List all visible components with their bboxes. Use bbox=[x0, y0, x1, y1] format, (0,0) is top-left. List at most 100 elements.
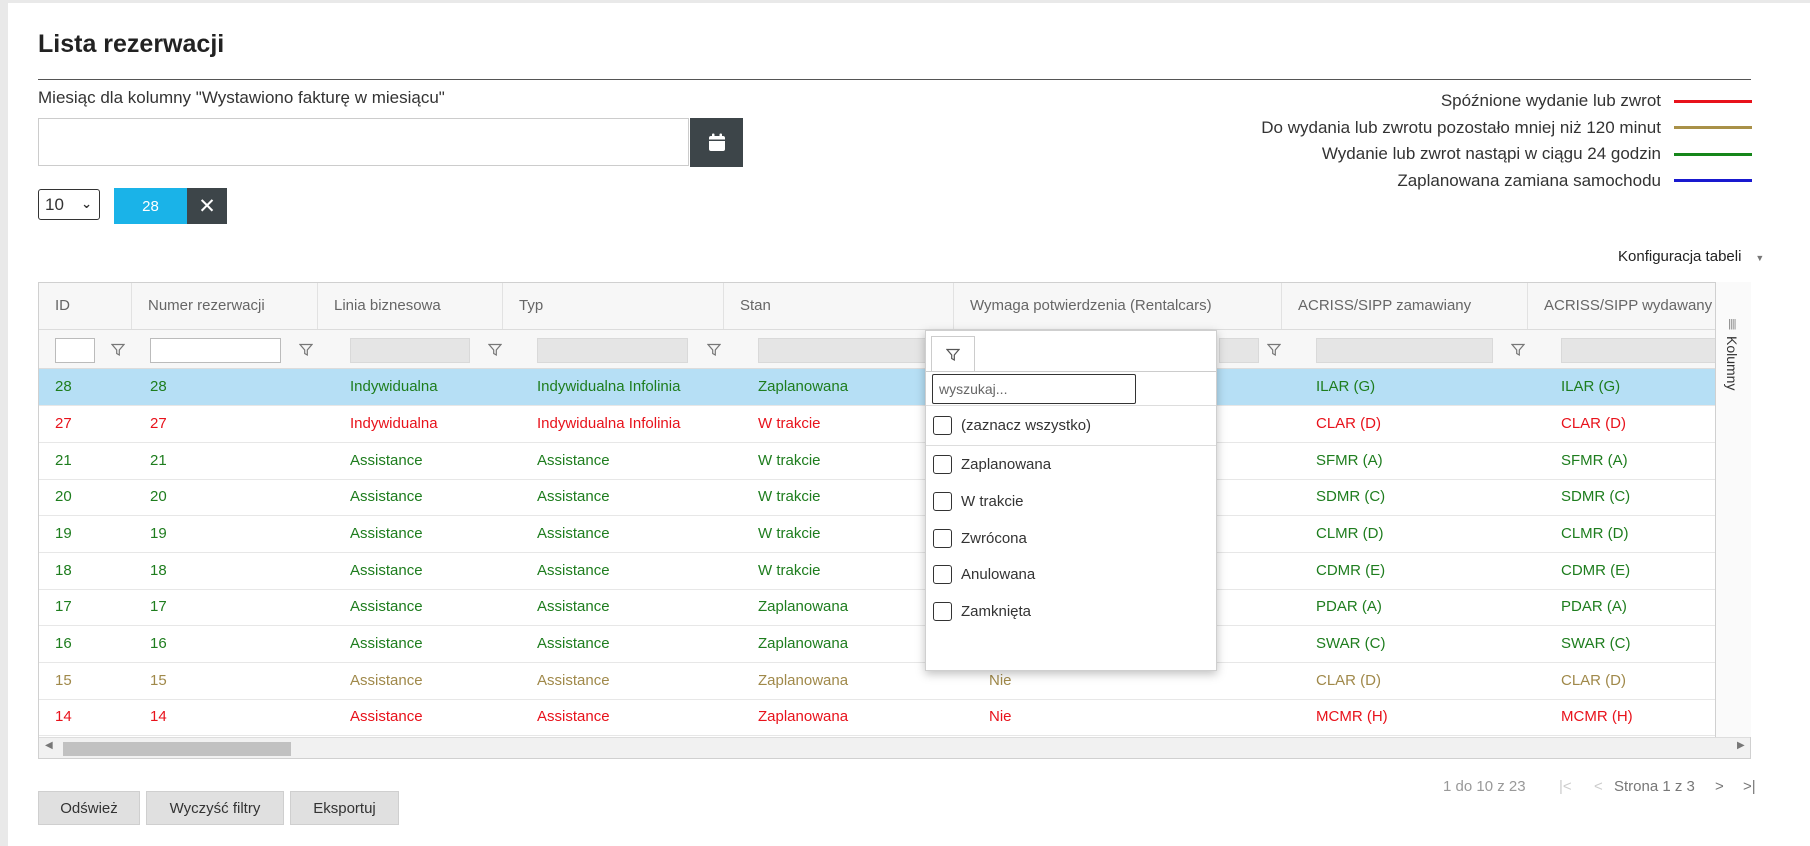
table-row[interactable]: 20 20 Assistance Assistance W trakcie SDMR (C… bbox=[39, 479, 1750, 516]
cell-status: W trakcie bbox=[758, 488, 821, 505]
column-header-reservation-number[interactable]: Numer rezerwacji bbox=[131, 283, 317, 329]
clear-filters-button[interactable]: Wyczyść filtry bbox=[146, 791, 284, 825]
cell-id: 14 bbox=[55, 708, 72, 725]
filter-icon[interactable] bbox=[707, 343, 721, 357]
cell-business-line: Assistance bbox=[350, 598, 423, 615]
filter-icon[interactable] bbox=[111, 343, 125, 357]
cell-acriss-issued: CLAR (D) bbox=[1561, 415, 1627, 432]
cell-business-line: Assistance bbox=[350, 562, 423, 579]
filter-option-label: Zaplanowana bbox=[961, 455, 1052, 473]
legend-item-120min: Do wydania lub zwrotu pozostało mniej ni… bbox=[1261, 115, 1752, 142]
cell-reservation-number: 15 bbox=[150, 672, 167, 689]
refresh-button[interactable]: Odśwież bbox=[38, 791, 140, 825]
table-config-menu[interactable]: Konfiguracja tabeli ▼ bbox=[1618, 248, 1764, 265]
table-row[interactable]: 21 21 Assistance Assistance W trakcie SFMR (A… bbox=[39, 443, 1750, 480]
checkbox[interactable] bbox=[933, 454, 952, 474]
checkbox[interactable] bbox=[933, 528, 952, 548]
legend: Spóźnione wydanie lub zwrot Do wydania l… bbox=[1261, 88, 1752, 194]
page-size-select[interactable]: 10 ⌄ bbox=[38, 189, 100, 220]
cell-id: 21 bbox=[55, 452, 72, 469]
cell-reservation-number: 21 bbox=[150, 452, 167, 469]
legend-item-late: Spóźnione wydanie lub zwrot bbox=[1261, 88, 1752, 115]
cell-acriss-ordered: MCMR (H) bbox=[1316, 708, 1388, 725]
last-page-icon[interactable]: >| bbox=[1743, 778, 1756, 795]
legend-swatch bbox=[1674, 179, 1752, 183]
filter-tab[interactable] bbox=[931, 336, 975, 372]
grip-icon: |||| bbox=[1728, 318, 1737, 330]
next-page-icon[interactable]: > bbox=[1715, 778, 1724, 795]
column-header-requires-confirmation[interactable]: Wymaga potwierdzenia (Rentalcars) bbox=[953, 283, 1281, 329]
prev-page-icon[interactable]: < bbox=[1594, 778, 1603, 795]
table-row[interactable]: 16 16 Assistance Assistance Zaplanowana SWAR … bbox=[39, 626, 1750, 663]
cell-status: W trakcie bbox=[758, 415, 821, 432]
cell-acriss-ordered: ILAR (G) bbox=[1316, 378, 1376, 395]
cell-requires-confirmation: Nie bbox=[989, 708, 1012, 725]
close-icon[interactable]: ✕ bbox=[187, 188, 227, 224]
table-row[interactable]: 15 15 Assistance Assistance Zaplanowana Nie CL… bbox=[39, 663, 1750, 700]
filter-search-input[interactable] bbox=[932, 374, 1136, 404]
active-filter-chip[interactable]: 28 bbox=[114, 188, 187, 224]
page-size-value: 10 bbox=[45, 194, 64, 214]
column-header-status[interactable]: Stan bbox=[723, 283, 953, 329]
filter-option[interactable]: Zaplanowana bbox=[933, 453, 1051, 475]
filter-icon[interactable] bbox=[1267, 343, 1281, 357]
filter-option[interactable]: W trakcie bbox=[933, 490, 1024, 512]
scroll-right-icon[interactable]: ▶ bbox=[1737, 740, 1745, 751]
filter-icon[interactable] bbox=[299, 343, 313, 357]
cell-type: Assistance bbox=[537, 708, 610, 725]
column-header-acriss-ordered[interactable]: ACRISS/SIPP zamawiany bbox=[1281, 283, 1527, 329]
checkbox[interactable] bbox=[933, 415, 952, 435]
divider bbox=[926, 405, 1216, 406]
horizontal-scrollbar[interactable]: ◀ ▶ bbox=[39, 737, 1750, 758]
columns-side-tab[interactable]: |||| Kolumny bbox=[1715, 282, 1751, 737]
calendar-button[interactable] bbox=[690, 118, 743, 167]
columns-side-label: Kolumny bbox=[1724, 336, 1740, 391]
column-header-id[interactable]: ID bbox=[39, 283, 131, 329]
filter-option[interactable]: Anulowana bbox=[933, 563, 1035, 585]
filter-input-id[interactable] bbox=[55, 338, 95, 363]
cell-acriss-issued: SFMR (A) bbox=[1561, 452, 1628, 469]
export-button[interactable]: Eksportuj bbox=[290, 791, 399, 825]
table-row[interactable]: 18 18 Assistance Assistance W trakcie CDMR (E… bbox=[39, 553, 1750, 590]
pager-summary: 1 do 10 z 23 bbox=[1443, 778, 1526, 795]
scroll-left-icon[interactable]: ◀ bbox=[45, 740, 53, 751]
cell-acriss-issued: ILAR (G) bbox=[1561, 378, 1621, 395]
table-row[interactable]: 28 28 Indywidualna Indywidualna Infolinia Za… bbox=[39, 369, 1750, 406]
filter-icon[interactable] bbox=[1511, 343, 1525, 357]
cell-id: 15 bbox=[55, 672, 72, 689]
checkbox[interactable] bbox=[933, 564, 952, 584]
table-row[interactable]: 27 27 Indywidualna Indywidualna Infolinia W … bbox=[39, 406, 1750, 443]
filter-icon[interactable] bbox=[488, 343, 502, 357]
filter-input-reservation-number[interactable] bbox=[150, 338, 281, 363]
legend-item-24h: Wydanie lub zwrot nastąpi w ciągu 24 god… bbox=[1261, 141, 1752, 168]
legend-swatch bbox=[1674, 126, 1752, 130]
cell-id: 17 bbox=[55, 598, 72, 615]
cell-status: Zaplanowana bbox=[758, 378, 849, 395]
cell-reservation-number: 27 bbox=[150, 415, 167, 432]
cell-business-line: Assistance bbox=[350, 525, 423, 542]
cell-reservation-number: 28 bbox=[150, 378, 167, 395]
table-row[interactable]: 17 17 Assistance Assistance Zaplanowana PDAR … bbox=[39, 589, 1750, 626]
cell-reservation-number: 14 bbox=[150, 708, 167, 725]
filter-option-select-all[interactable]: (zaznacz wszystko) bbox=[933, 414, 1091, 436]
checkbox[interactable] bbox=[933, 491, 952, 511]
cell-acriss-issued: PDAR (A) bbox=[1561, 598, 1627, 615]
column-header-type[interactable]: Typ bbox=[502, 283, 723, 329]
legend-label: Do wydania lub zwrotu pozostało mniej ni… bbox=[1261, 117, 1661, 137]
cell-business-line: Indywidualna bbox=[350, 378, 438, 395]
cell-id: 28 bbox=[55, 378, 72, 395]
month-input[interactable] bbox=[38, 118, 689, 166]
first-page-icon[interactable]: |< bbox=[1559, 778, 1572, 795]
checkbox[interactable] bbox=[933, 601, 952, 621]
table-row[interactable]: 19 19 Assistance Assistance W trakcie CLMR (D… bbox=[39, 516, 1750, 553]
page-indicator: Strona 1 z 3 bbox=[1614, 778, 1695, 795]
column-header-business-line[interactable]: Linia biznesowa bbox=[317, 283, 502, 329]
cell-type: Assistance bbox=[537, 452, 610, 469]
table-row[interactable]: 14 14 Assistance Assistance Zaplanowana Nie MC… bbox=[39, 699, 1750, 736]
filter-option[interactable]: Zwrócona bbox=[933, 527, 1027, 549]
columns-side-panel[interactable]: |||| Kolumny bbox=[1715, 282, 1751, 737]
column-header-acriss-issued[interactable]: ACRISS/SIPP wydawany bbox=[1527, 283, 1717, 329]
scrollbar-thumb[interactable] bbox=[63, 742, 291, 756]
cell-status: Zaplanowana bbox=[758, 672, 849, 689]
filter-option[interactable]: Zamknięta bbox=[933, 600, 1031, 622]
